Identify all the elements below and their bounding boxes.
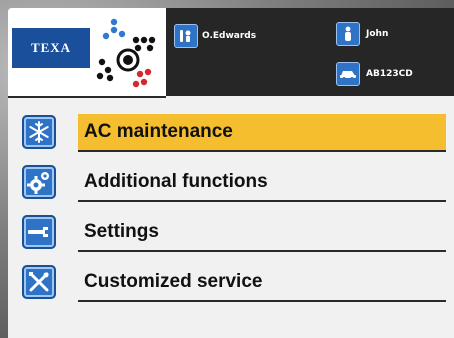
tools-icon	[22, 265, 56, 299]
texa-logo: TEXA	[12, 28, 90, 68]
menu-item-settings[interactable]: Settings	[22, 208, 446, 258]
mechanic-icon	[174, 24, 198, 48]
menu-item-additional-functions[interactable]: Additional functions	[22, 158, 446, 208]
snowflake-icon	[22, 115, 56, 149]
brand-text: TEXA	[30, 40, 72, 55]
operator-name: O.Edwards	[202, 31, 257, 41]
dots-logo-icon	[96, 18, 156, 88]
brand-area: TEXA	[8, 8, 166, 98]
wrench-icon	[22, 215, 56, 249]
gears-icon	[22, 165, 56, 199]
menu-item-label: Customized service	[78, 264, 446, 302]
person-icon	[336, 22, 360, 46]
menu-item-customized-service[interactable]: Customized service	[22, 258, 446, 308]
menu-item-ac-maintenance[interactable]: AC maintenance	[22, 108, 446, 158]
menu-item-label: AC maintenance	[78, 114, 446, 152]
vehicle-plate: AB123CD	[366, 69, 413, 79]
menu-item-label: Additional functions	[78, 164, 446, 202]
header: TEXA O.Edwards John AB123CD	[8, 8, 454, 98]
customer-name: John	[366, 29, 389, 39]
device-screen: TEXA O.Edwards John AB123CD AC maintenan…	[8, 8, 454, 338]
menu-item-label: Settings	[78, 214, 446, 252]
session-info-panel: O.Edwards John AB123CD	[166, 8, 454, 96]
main-menu: AC maintenance Additional functions Sett…	[22, 108, 446, 308]
car-icon	[336, 62, 360, 86]
